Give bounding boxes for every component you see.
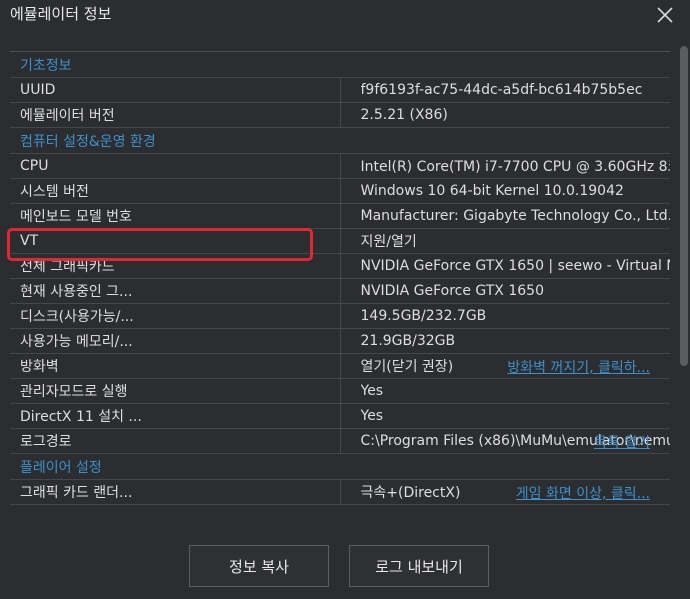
table-row: 현재 사용중인 그... NVIDIA GeForce GTX 1650 <box>10 278 670 304</box>
table-row: UUID f9f6193f-ac75-44dc-a5df-bc614b75b5e… <box>10 77 670 103</box>
directx-value: Yes <box>360 408 384 424</box>
row-key: 현재 사용중인 그... <box>10 278 341 304</box>
row-value: 열기(닫기 권장) 방화벽 꺼지기, 클릭하... <box>340 353 670 379</box>
table-row: 관리자모드로 실행 Yes <box>10 378 670 404</box>
scrollbar[interactable] <box>680 40 689 530</box>
row-key: 로그경로 <box>10 428 341 454</box>
table-row: DirectX 11 설치 ... Yes <box>10 403 670 429</box>
section-label: 기초정보 <box>10 52 670 78</box>
row-value: 149.5GB/232.7GB <box>340 303 670 329</box>
table-row: 에뮬레이터 버전 2.5.21 (X86) <box>10 102 670 128</box>
row-value: Manufacturer: Gigabyte Technology Co., L… <box>340 203 671 229</box>
row-value: Windows 10 64-bit Kernel 10.0.19042 <box>340 178 670 204</box>
table-row: 시스템 버전 Windows 10 64-bit Kernel 10.0.190… <box>10 178 670 204</box>
copy-info-button[interactable]: 정보 복사 <box>189 545 329 587</box>
table-row: 디스크(사용가능/... 149.5GB/232.7GB <box>10 303 670 329</box>
row-key: 디스크(사용가능/... <box>10 303 341 329</box>
firewall-value: 열기(닫기 권장) <box>360 359 454 375</box>
emulator-version-value: 2.5.21 (X86) <box>360 107 448 123</box>
row-value: Yes <box>340 403 670 429</box>
disable-firewall-link[interactable]: 방화벽 꺼지기, 클릭하... <box>507 357 650 377</box>
row-key: VT <box>10 228 341 254</box>
row-value: 극속+(DirectX) 게임 화면 이상, 클릭... <box>340 479 670 505</box>
row-key: 사용가능 메모리/... <box>10 328 341 354</box>
row-value: NVIDIA GeForce GTX 1650 | seewo - Virtua… <box>340 253 671 279</box>
game-screen-issue-link[interactable]: 게임 화면 이상, 클릭... <box>516 483 650 503</box>
row-value: 21.9GB/32GB <box>340 328 670 354</box>
uuid-value: f9f6193f-ac75-44dc-a5df-bc614b75b5ec <box>360 82 643 98</box>
row-value: Yes <box>340 378 670 404</box>
row-key: 방화벽 <box>10 353 341 379</box>
info-table[interactable]: 기초정보 UUID f9f6193f-ac75-44dc-a5df-bc614b… <box>10 51 670 526</box>
row-key: 전체 그래픽카드 <box>10 253 341 279</box>
emulator-info-dialog: 에뮬레이터 정보 기초정보 UUID f9f6193f-ac75-44dc-a5… <box>0 0 690 599</box>
memory-value: 21.9GB/32GB <box>360 333 456 349</box>
row-key: UUID <box>10 77 341 103</box>
row-value: NVIDIA GeForce GTX 1650 <box>340 278 670 304</box>
row-key: 그래픽 카드 랜더... <box>10 479 341 505</box>
scroll-thumb[interactable] <box>680 46 688 366</box>
row-key: CPU <box>10 153 341 179</box>
system-version-value: Windows 10 64-bit Kernel 10.0.19042 <box>360 183 624 199</box>
table-row: CPU Intel(R) Core(TM) i7-7700 CPU @ 3.60… <box>10 153 671 179</box>
row-key: 관리자모드로 실행 <box>10 378 341 404</box>
disk-value: 149.5GB/232.7GB <box>360 308 487 324</box>
row-value: Intel(R) Core(TM) i7-7700 CPU @ 3.60GHz … <box>340 153 671 179</box>
table-row: 방화벽 열기(닫기 권장) 방화벽 꺼지기, 클릭하... <box>10 353 670 379</box>
row-key: 에뮬레이터 버전 <box>10 102 341 128</box>
row-value: f9f6193f-ac75-44dc-a5df-bc614b75b5ec <box>340 77 670 103</box>
close-icon[interactable] <box>654 4 676 26</box>
table-row: 메인보드 모델 번호 Manufacturer: Gigabyte Techno… <box>10 203 671 229</box>
section-player-settings: 플레이어 설정 <box>10 453 670 480</box>
table-row: 전체 그래픽카드 NVIDIA GeForce GTX 1650 | seewo… <box>10 253 671 279</box>
section-computer-settings: 컴퓨터 설정&운영 환경 <box>10 127 670 154</box>
section-label: 컴퓨터 설정&운영 환경 <box>10 127 670 154</box>
admin-mode-value: Yes <box>360 383 384 399</box>
table-row: 로그경로 C:\Program Files (x86)\MuMu\emulato… <box>10 428 670 454</box>
table-row: 사용가능 메모리/... 21.9GB/32GB <box>10 328 670 354</box>
dialog-title: 에뮬레이터 정보 <box>10 5 112 23</box>
row-value: C:\Program Files (x86)\MuMu\emulator\nem… <box>340 428 670 454</box>
all-gpus-value: NVIDIA GeForce GTX 1650 | seewo - Virtua… <box>360 258 671 274</box>
table-row-vt: VT 지원/열기 <box>10 228 670 254</box>
title-bar: 에뮬레이터 정보 <box>0 0 690 30</box>
section-label: 플레이어 설정 <box>10 453 670 480</box>
gpu-render-value: 극속+(DirectX) <box>360 485 461 501</box>
mainboard-value: Manufacturer: Gigabyte Technology Co., L… <box>360 208 671 224</box>
row-key: 메인보드 모델 번호 <box>10 203 341 229</box>
cpu-value: Intel(R) Core(TM) i7-7700 CPU @ 3.60GHz … <box>360 159 671 175</box>
row-value: 2.5.21 (X86) <box>340 102 670 128</box>
vt-value: 지원/열기 <box>360 234 417 250</box>
row-key: DirectX 11 설치 ... <box>10 403 341 429</box>
row-value: 지원/열기 <box>340 228 670 254</box>
export-log-button[interactable]: 로그 내보내기 <box>349 545 489 587</box>
current-gpu-value: NVIDIA GeForce GTX 1650 <box>360 283 544 299</box>
row-key: 시스템 버전 <box>10 178 341 204</box>
table-row: 그래픽 카드 랜더... 극속+(DirectX) 게임 화면 이상, 클릭..… <box>10 479 670 505</box>
open-folder-link[interactable]: 목록 열기 <box>594 432 650 452</box>
section-basic-info: 기초정보 <box>10 52 670 78</box>
